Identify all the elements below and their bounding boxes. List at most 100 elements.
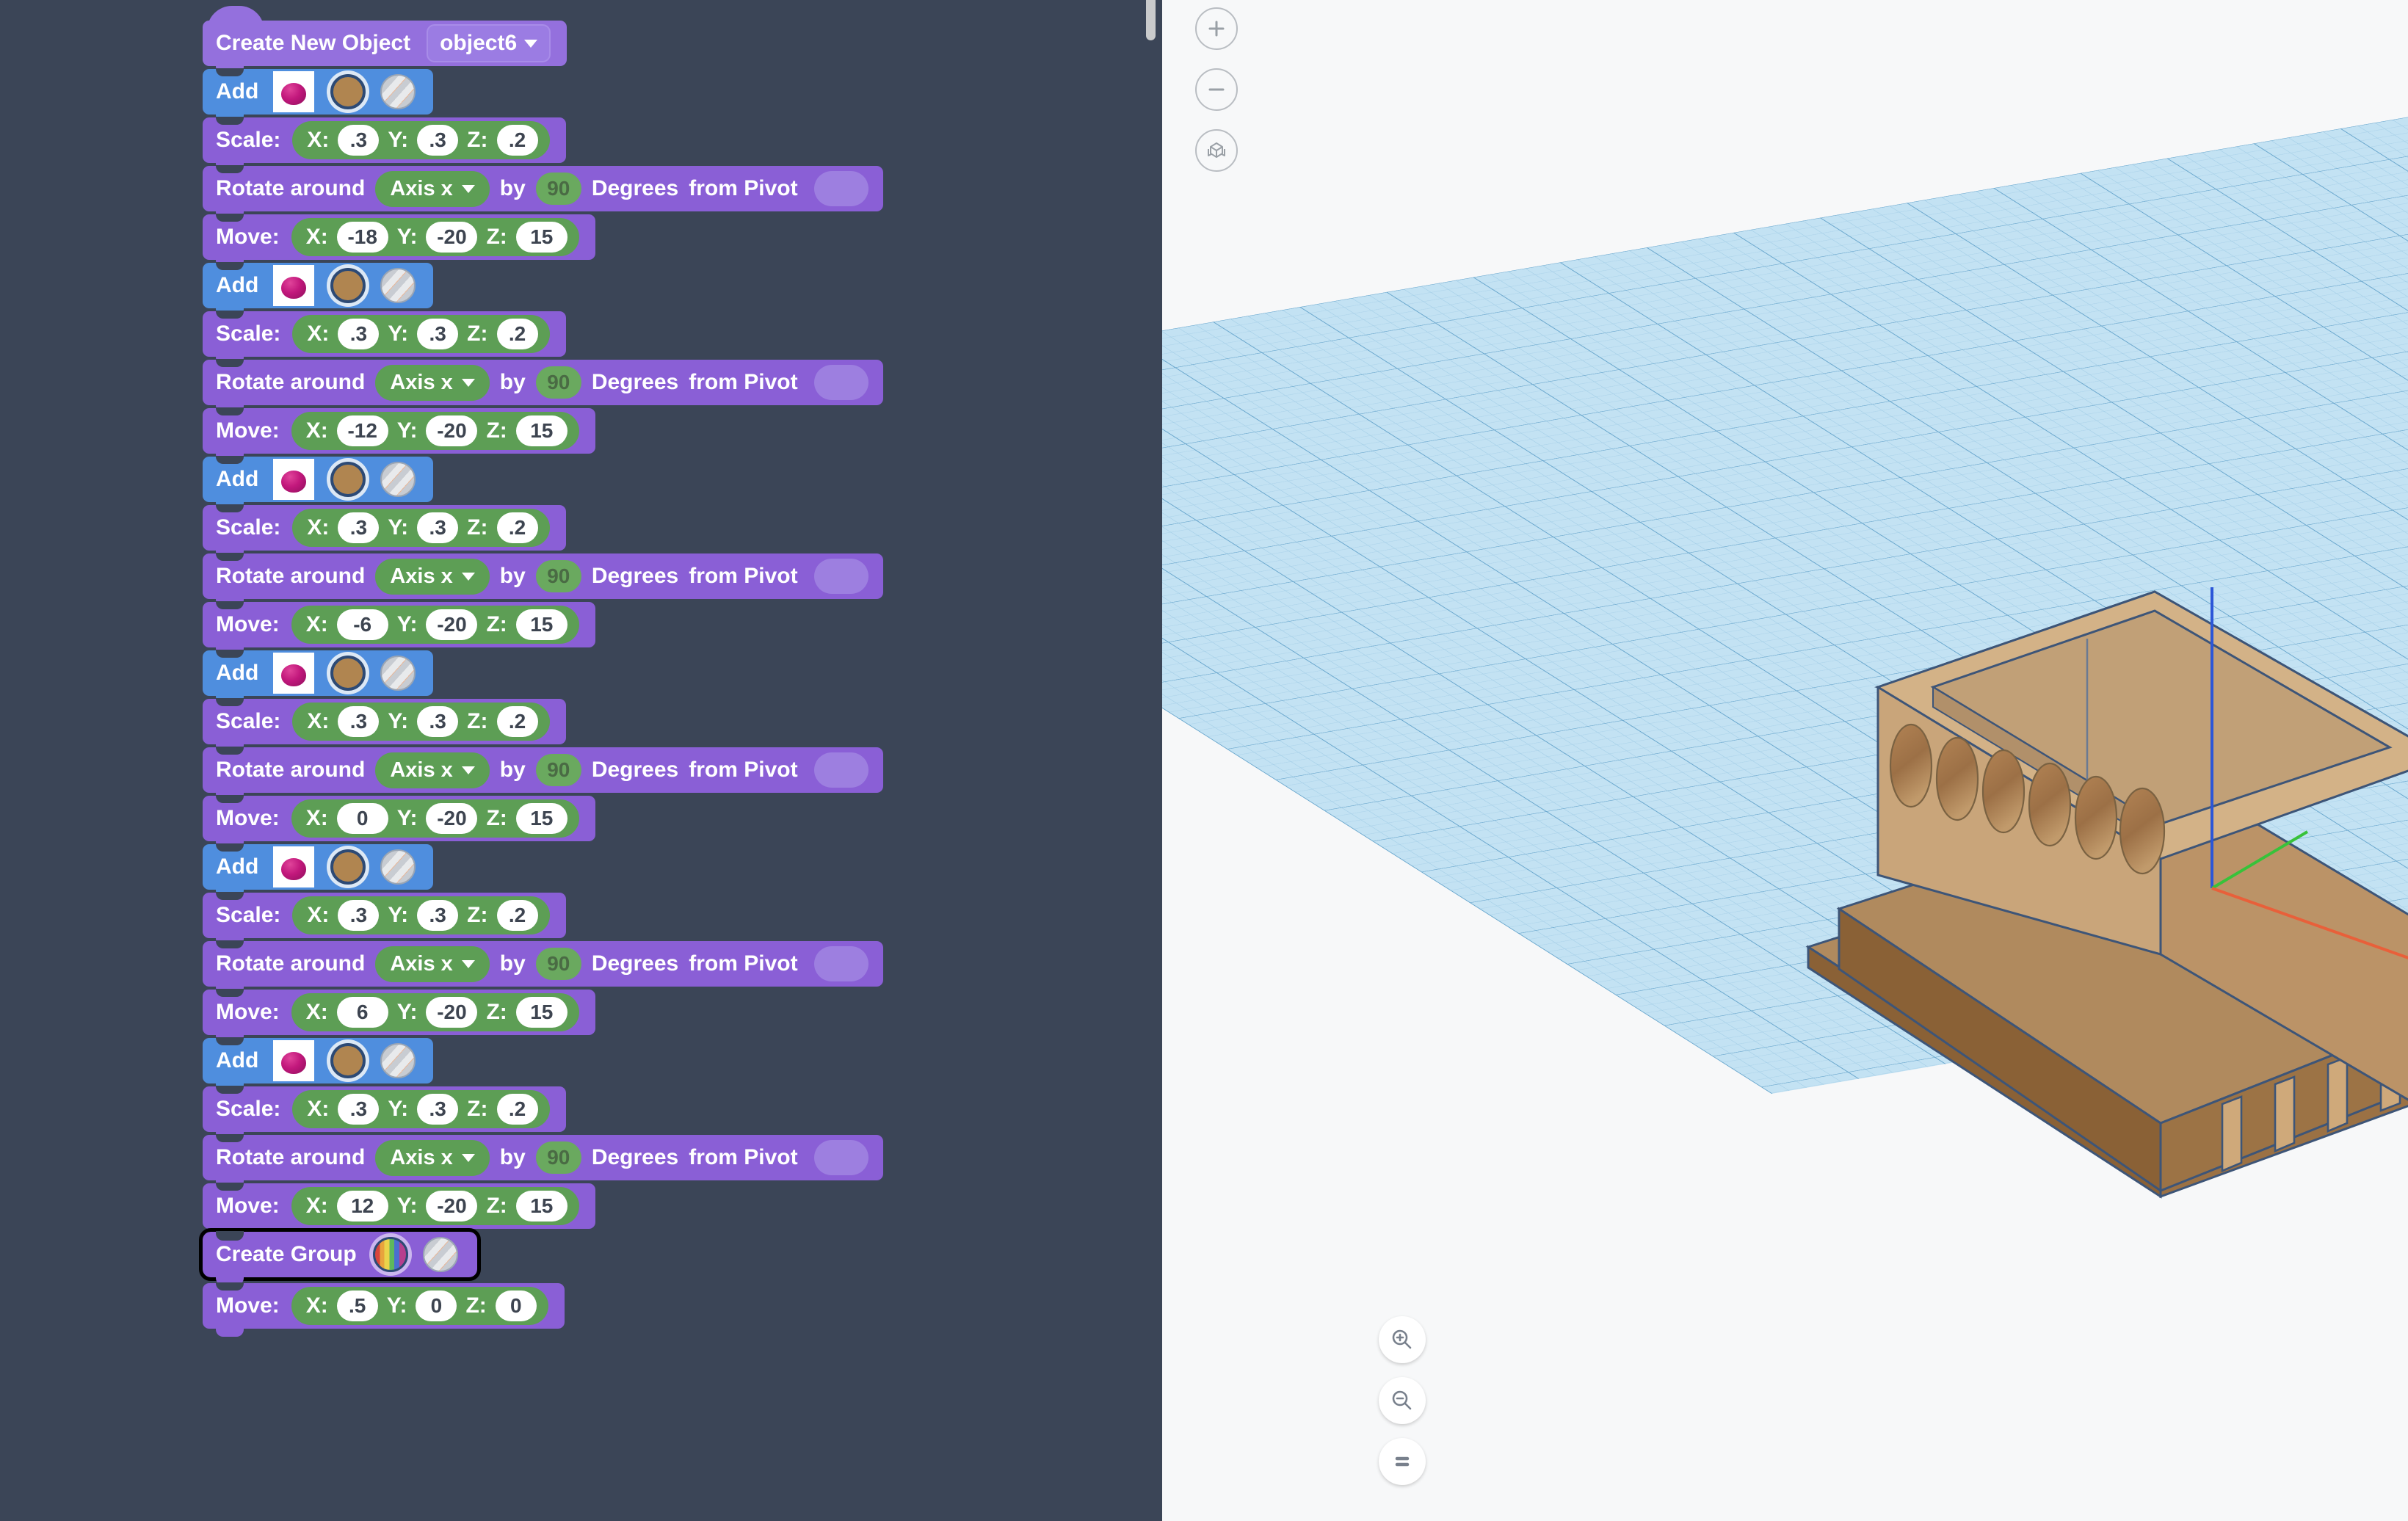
move-y-input[interactable]: -20 [426, 415, 477, 446]
rotate-block[interactable]: Rotate around Axis x by 90 Degrees from … [203, 360, 883, 405]
scale-y-input[interactable]: .3 [417, 125, 458, 156]
rotate-degrees-input[interactable]: 90 [536, 754, 581, 786]
blocks-scroll-area[interactable]: Create New Object object6 Add Scale: X: … [0, 0, 1162, 1521]
code-blocks-panel[interactable]: Create New Object object6 Add Scale: X: … [0, 0, 1162, 1521]
hole-swatch-icon[interactable] [423, 1237, 458, 1272]
rotate-axis-dropdown[interactable]: Axis x [375, 365, 489, 401]
move-y-input[interactable]: -20 [426, 1191, 477, 1221]
rotate-block[interactable]: Rotate around Axis x by 90 Degrees from … [203, 747, 883, 793]
move-y-input[interactable]: -20 [426, 997, 477, 1028]
rotate-axis-dropdown[interactable]: Axis x [375, 1140, 489, 1176]
rotate-axis-dropdown[interactable]: Axis x [375, 171, 489, 207]
scale-y-input[interactable]: .3 [417, 900, 458, 931]
rotate-degrees-input[interactable]: 90 [536, 366, 581, 399]
solid-color-swatch-icon[interactable] [330, 268, 366, 303]
shape-thumbnail[interactable] [273, 846, 314, 887]
move-z-input[interactable]: 15 [516, 609, 567, 640]
move-z-input[interactable]: 15 [516, 415, 567, 446]
scale-z-input[interactable]: .2 [497, 1094, 538, 1125]
move-block[interactable]: Move: X: 12 Y: -20 Z: 15 [203, 1183, 595, 1229]
scale-y-input[interactable]: .3 [417, 512, 458, 543]
hole-swatch-icon[interactable] [380, 462, 416, 497]
solid-color-swatch-icon[interactable] [330, 849, 366, 885]
move-x-input[interactable]: 12 [337, 1191, 388, 1221]
move-block[interactable]: Move: X: -18 Y: -20 Z: 15 [203, 214, 595, 260]
move-z-input[interactable]: 15 [516, 803, 567, 834]
scale-block[interactable]: Scale: X: .3 Y: .3 Z: .2 [203, 505, 566, 551]
panel-scrollbar[interactable] [1143, 0, 1158, 1521]
3d-scene[interactable] [1162, 0, 2408, 1521]
object-name-dropdown[interactable]: object6 [427, 24, 551, 62]
move-x-input[interactable]: -6 [337, 609, 388, 640]
pivot-socket[interactable] [814, 752, 868, 788]
hole-swatch-icon[interactable] [380, 268, 416, 303]
move-block[interactable]: Move: X: -6 Y: -20 Z: 15 [203, 602, 595, 647]
add-block[interactable]: Add [203, 1038, 433, 1083]
move-z-input[interactable]: 15 [516, 1191, 567, 1221]
solid-color-swatch-icon[interactable] [330, 656, 366, 691]
scale-block[interactable]: Scale: X: .3 Y: .3 Z: .2 [203, 1086, 566, 1132]
scale-block[interactable]: Scale: X: .3 Y: .3 Z: .2 [203, 117, 566, 163]
shape-thumbnail[interactable] [273, 265, 314, 306]
move-block[interactable]: Move: X: 6 Y: -20 Z: 15 [203, 990, 595, 1035]
scale-block[interactable]: Scale: X: .3 Y: .3 Z: .2 [203, 311, 566, 357]
scale-z-input[interactable]: .2 [497, 706, 538, 737]
move-y-input[interactable]: 0 [416, 1291, 457, 1321]
rotate-degrees-input[interactable]: 90 [536, 560, 581, 592]
add-block[interactable]: Add [203, 844, 433, 890]
pivot-socket[interactable] [814, 1140, 868, 1175]
scale-x-input[interactable]: .3 [338, 1094, 379, 1125]
hole-swatch-icon[interactable] [380, 74, 416, 109]
scale-block[interactable]: Scale: X: .3 Y: .3 Z: .2 [203, 893, 566, 938]
3d-viewport[interactable] [1162, 0, 2408, 1521]
rotate-degrees-input[interactable]: 90 [536, 1141, 581, 1174]
zoom-in-button[interactable] [1195, 7, 1238, 50]
rotate-axis-dropdown[interactable]: Axis x [375, 559, 489, 595]
move-z-input[interactable]: 15 [516, 997, 567, 1028]
magnifier-zoom-out-button[interactable] [1379, 1377, 1426, 1424]
pivot-socket[interactable] [814, 171, 868, 206]
scale-x-input[interactable]: .3 [338, 125, 379, 156]
move-block[interactable]: Move: X: -12 Y: -20 Z: 15 [203, 408, 595, 454]
hole-swatch-icon[interactable] [380, 1043, 416, 1078]
move-block[interactable]: Move: X: 0 Y: -20 Z: 15 [203, 796, 595, 841]
add-block[interactable]: Add [203, 263, 433, 308]
fit-view-button[interactable] [1195, 129, 1238, 172]
rotate-degrees-input[interactable]: 90 [536, 173, 581, 205]
rotate-block[interactable]: Rotate around Axis x by 90 Degrees from … [203, 941, 883, 987]
rotate-block[interactable]: Rotate around Axis x by 90 Degrees from … [203, 166, 883, 211]
scale-x-input[interactable]: .3 [338, 900, 379, 931]
add-block[interactable]: Add [203, 69, 433, 115]
rainbow-color-swatch-icon[interactable] [373, 1237, 408, 1272]
rotate-block[interactable]: Rotate around Axis x by 90 Degrees from … [203, 1135, 883, 1180]
pivot-socket[interactable] [814, 946, 868, 981]
scale-z-input[interactable]: .2 [497, 512, 538, 543]
final-move-block[interactable]: Move: X: .5 Y: 0 Z: 0 [203, 1283, 565, 1329]
create-new-object-block[interactable]: Create New Object object6 [203, 21, 567, 66]
move-z-input[interactable]: 15 [516, 222, 567, 253]
move-y-input[interactable]: -20 [426, 222, 477, 253]
rotate-axis-dropdown[interactable]: Axis x [375, 946, 489, 982]
move-y-input[interactable]: -20 [426, 803, 477, 834]
pivot-socket[interactable] [814, 365, 868, 400]
solid-color-swatch-icon[interactable] [330, 462, 366, 497]
scale-z-input[interactable]: .2 [497, 125, 538, 156]
rotate-block[interactable]: Rotate around Axis x by 90 Degrees from … [203, 553, 883, 599]
scale-x-input[interactable]: .3 [338, 319, 379, 349]
scale-block[interactable]: Scale: X: .3 Y: .3 Z: .2 [203, 699, 566, 744]
scale-y-input[interactable]: .3 [417, 1094, 458, 1125]
scale-z-input[interactable]: .2 [497, 900, 538, 931]
scale-z-input[interactable]: .2 [497, 319, 538, 349]
solid-color-swatch-icon[interactable] [330, 74, 366, 109]
panel-scrollbar-thumb[interactable] [1146, 0, 1156, 40]
move-x-input[interactable]: 0 [337, 803, 388, 834]
shape-thumbnail[interactable] [273, 1040, 314, 1081]
move-z-input[interactable]: 0 [496, 1291, 537, 1321]
shape-thumbnail[interactable] [273, 71, 314, 112]
rotate-degrees-input[interactable]: 90 [536, 948, 581, 980]
shape-thumbnail[interactable] [273, 459, 314, 500]
move-x-input[interactable]: -12 [337, 415, 388, 446]
add-block[interactable]: Add [203, 650, 433, 696]
magnifier-zoom-in-button[interactable] [1379, 1316, 1426, 1363]
scale-x-input[interactable]: .3 [338, 512, 379, 543]
